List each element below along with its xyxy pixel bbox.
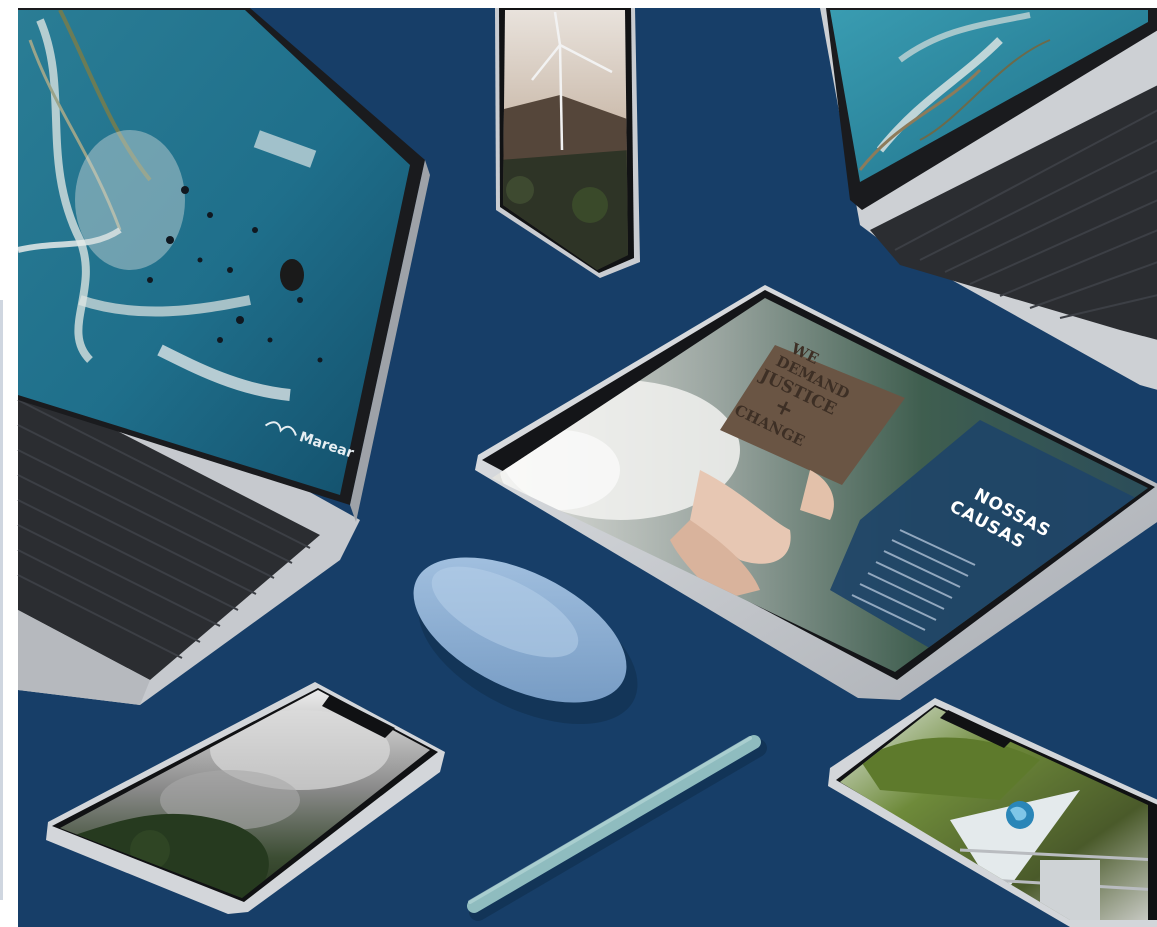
device-mockup-scene: Marear WE DEMAND JUSTICE + CHANGE NOSSAS… [0, 0, 1157, 927]
globe-flag-icon [1006, 801, 1034, 829]
mockup-illustration: Marear WE DEMAND JUSTICE + CHANGE NOSSAS… [0, 0, 1157, 927]
